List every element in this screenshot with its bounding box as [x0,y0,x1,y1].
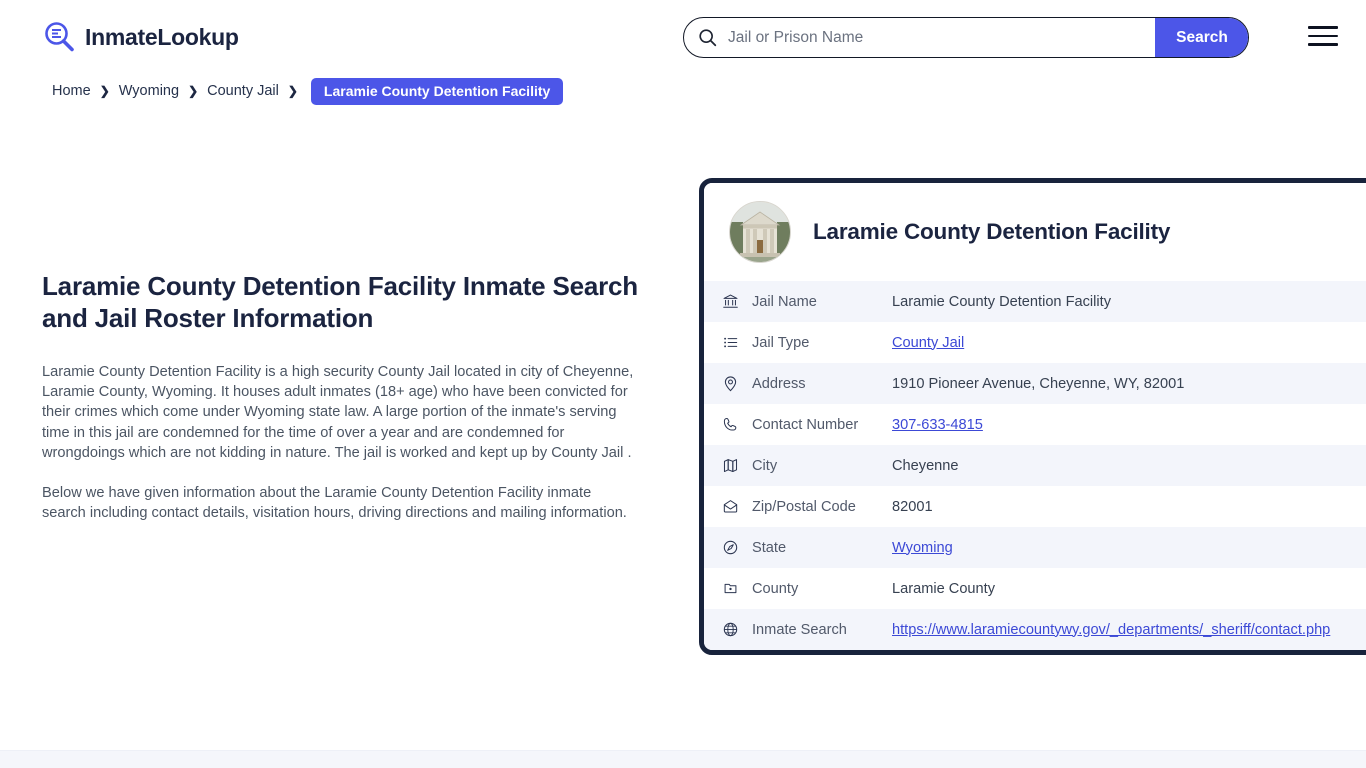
brand-name: InmateLookup [85,24,239,51]
page-title: Laramie County Detention Facility Inmate… [42,270,638,334]
row-value: 82001 [892,499,1366,515]
breadcrumb-item-2[interactable]: Wyoming [119,83,179,99]
row-value-link[interactable]: 307-633-4815 [892,417,983,433]
row-label: Jail Name [752,294,892,310]
search-button[interactable]: Search [1155,18,1249,57]
table-row: Zip/Postal Code82001 [704,486,1366,527]
row-label: County [752,581,892,597]
search-icon [684,28,724,47]
row-value: Cheyenne [892,458,1366,474]
row-value[interactable]: Wyoming [892,540,1366,556]
row-label: State [752,540,892,556]
search-list-logo-icon [42,20,76,54]
table-row: CountyLaramie County [704,568,1366,609]
county-icon [722,580,752,597]
row-label: Address [752,376,892,392]
list-icon [722,334,752,351]
map-pin-icon [722,375,752,392]
breadcrumb-separator-icon: ❯ [179,85,207,97]
hamburger-bar [1308,26,1338,29]
site-header: InmateLookup Search [0,0,1366,74]
row-value[interactable]: 307-633-4815 [892,417,1366,433]
envelope-icon [722,498,752,515]
breadcrumb: Home❯Wyoming❯County Jail❯Laramie County … [0,76,1366,106]
row-label: Zip/Postal Code [752,499,892,515]
row-value-link[interactable]: County Jail [892,335,964,351]
facility-card-header: Laramie County Detention Facility [704,183,1366,281]
table-row: Inmate Searchhttps://www.laramiecountywy… [704,609,1366,650]
breadcrumb-item-4: Laramie County Detention Facility [311,78,563,105]
table-row: Jail TypeCounty Jail [704,322,1366,363]
facility-card-title: Laramie County Detention Facility [813,219,1170,245]
breadcrumb-item-1[interactable]: Home [52,83,91,99]
footer-band [0,750,1366,768]
bank-icon [722,293,752,310]
hamburger-menu-icon[interactable] [1308,22,1340,50]
brand-logo-link[interactable]: InmateLookup [42,20,239,54]
breadcrumb-item-3[interactable]: County Jail [207,83,279,99]
row-value: Laramie County [892,581,1366,597]
courthouse-building-photo [729,201,791,263]
row-label: Contact Number [752,417,892,433]
table-row: CityCheyenne [704,445,1366,486]
row-label: Inmate Search [752,622,892,638]
intro-paragraph-1: Laramie County Detention Facility is a h… [42,362,638,463]
row-label: City [752,458,892,474]
row-value: 1910 Pioneer Avenue, Cheyenne, WY, 82001 [892,376,1366,392]
breadcrumb-separator-icon: ❯ [279,85,307,97]
map-icon [722,457,752,474]
table-row: Jail NameLaramie County Detention Facili… [704,281,1366,322]
table-row: StateWyoming [704,527,1366,568]
facility-details-table: Jail NameLaramie County Detention Facili… [704,281,1366,650]
row-value-link[interactable]: Wyoming [892,540,953,556]
table-row: Address1910 Pioneer Avenue, Cheyenne, WY… [704,363,1366,404]
row-value: Laramie County Detention Facility [892,294,1366,310]
article-column: Laramie County Detention Facility Inmate… [42,270,638,523]
search-bar[interactable]: Search [683,17,1249,58]
facility-info-card: Laramie County Detention Facility Jail N… [699,178,1366,655]
row-value[interactable]: https://www.laramiecountywy.gov/_departm… [892,622,1366,638]
row-value-link[interactable]: https://www.laramiecountywy.gov/_departm… [892,622,1330,638]
phone-icon [722,416,752,433]
hamburger-bar [1308,43,1338,46]
breadcrumb-separator-icon: ❯ [91,85,119,97]
globe-icon [722,539,752,556]
table-row: Contact Number307-633-4815 [704,404,1366,445]
row-value[interactable]: County Jail [892,335,1366,351]
www-icon [722,621,752,638]
row-label: Jail Type [752,335,892,351]
search-input[interactable] [724,18,1155,57]
hamburger-bar [1308,35,1338,38]
intro-paragraph-2: Below we have given information about th… [42,483,638,523]
